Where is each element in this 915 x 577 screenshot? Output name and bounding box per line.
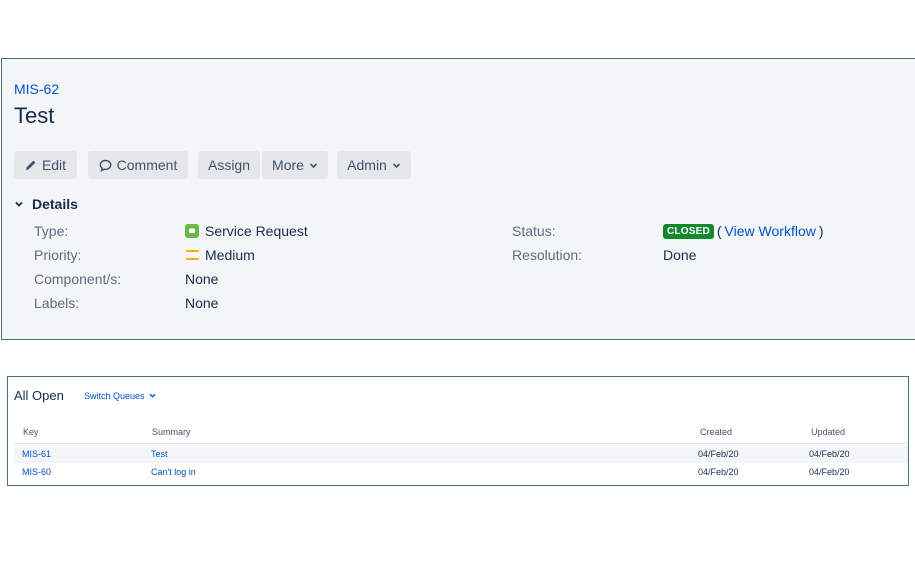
column-header-key[interactable]: Key	[23, 427, 39, 437]
row-summary-link[interactable]: Test	[151, 449, 168, 459]
row-summary-link[interactable]: Can't log in	[151, 467, 196, 477]
view-workflow-link[interactable]: View Workflow	[725, 223, 816, 239]
queue-table-header: Key Summary Created Updated	[14, 423, 908, 444]
resolution-value: Done	[663, 247, 697, 263]
priority-value-text: Medium	[205, 247, 255, 263]
row-key-link[interactable]: MIS-60	[22, 467, 51, 477]
labels-label: Labels:	[34, 295, 80, 311]
switch-queues-label: Switch Queues	[84, 391, 145, 401]
labels-value: None	[185, 295, 219, 311]
edit-button[interactable]: Edit	[14, 151, 77, 179]
priority-medium-icon	[186, 250, 199, 260]
priority-value: Medium	[186, 247, 255, 263]
row-updated: 04/Feb/20	[809, 449, 850, 459]
admin-button[interactable]: Admin	[337, 151, 411, 179]
pencil-icon	[25, 159, 37, 171]
assign-button-label: Assign	[207, 157, 251, 173]
more-button[interactable]: More	[262, 151, 328, 179]
comment-button[interactable]: Comment	[88, 151, 188, 179]
chevron-down-icon	[392, 161, 401, 170]
assign-button[interactable]: Assign	[198, 151, 260, 179]
status-value: CLOSED (View Workflow)	[663, 223, 824, 239]
type-value: Service Request	[185, 223, 308, 239]
column-header-created[interactable]: Created	[700, 427, 732, 437]
queue-title: All Open	[14, 388, 64, 403]
status-label: Status:	[512, 223, 556, 239]
row-updated: 04/Feb/20	[809, 467, 850, 477]
details-toggle[interactable]: Details	[14, 196, 78, 212]
row-key-link[interactable]: MIS-61	[22, 449, 51, 459]
edit-button-label: Edit	[41, 157, 67, 173]
status-badge: CLOSED	[663, 223, 714, 239]
components-label: Component/s:	[34, 271, 122, 287]
admin-button-label: Admin	[347, 157, 387, 173]
issue-view: MIS-62 Test Edit Comment Assign More Adm…	[1, 58, 915, 340]
comment-icon	[99, 159, 112, 172]
comment-button-label: Comment	[116, 157, 178, 173]
issue-key-link[interactable]: MIS-62	[14, 81, 59, 97]
queue-panel: All Open Switch Queues Key Summary Creat…	[7, 376, 909, 486]
table-row[interactable]: MIS-60 Can't log in 04/Feb/20 04/Feb/20	[14, 463, 908, 481]
components-value: None	[185, 271, 219, 287]
switch-queues-dropdown[interactable]: Switch Queues	[84, 391, 156, 401]
chevron-down-icon	[149, 391, 156, 401]
type-value-text: Service Request	[205, 223, 308, 239]
chevron-down-icon	[14, 196, 24, 212]
column-header-summary[interactable]: Summary	[152, 427, 191, 437]
chevron-down-icon	[309, 161, 318, 170]
type-label: Type:	[34, 223, 69, 239]
details-heading: Details	[32, 196, 78, 212]
row-created: 04/Feb/20	[698, 449, 739, 459]
service-request-icon	[185, 224, 199, 238]
column-header-updated[interactable]: Updated	[811, 427, 845, 437]
table-row[interactable]: MIS-61 Test 04/Feb/20 04/Feb/20	[14, 445, 908, 463]
priority-label: Priority:	[34, 247, 82, 263]
row-created: 04/Feb/20	[698, 467, 739, 477]
resolution-label: Resolution:	[512, 247, 583, 263]
issue-title: Test	[14, 103, 55, 128]
more-button-label: More	[272, 157, 304, 173]
